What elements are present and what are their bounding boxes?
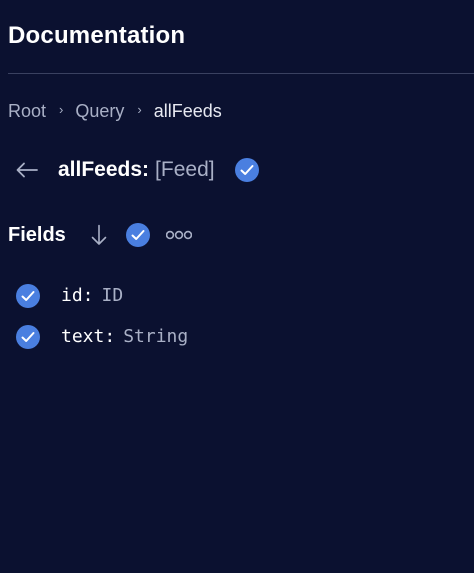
check-circle-icon[interactable]: [125, 223, 150, 247]
chevron-right-icon: ›: [137, 102, 142, 117]
breadcrumb: Root › Query › allFeeds: [8, 101, 222, 122]
check-circle-icon[interactable]: [16, 324, 40, 349]
type-name: allFeeds:: [58, 158, 150, 181]
check-circle-icon: [234, 158, 259, 182]
field-name[interactable]: id:: [61, 285, 94, 306]
breadcrumb-root[interactable]: Root: [8, 101, 46, 122]
breadcrumb-current: allFeeds: [153, 101, 222, 121]
arrow-left-icon[interactable]: [14, 155, 40, 185]
field-type[interactable]: String: [123, 326, 188, 347]
type-title-row: allFeeds: [Feed]: [14, 155, 259, 185]
list-item: text: String: [16, 316, 188, 357]
chevron-right-icon: ›: [59, 102, 64, 117]
check-circle-icon[interactable]: [16, 283, 40, 308]
documentation-panel: Documentation Root › Query › allFeeds al…: [0, 0, 474, 573]
arrow-down-icon[interactable]: [88, 221, 110, 249]
field-name[interactable]: text:: [61, 326, 115, 347]
fields-section-header: Fields: [8, 221, 192, 249]
fields-label: Fields: [8, 223, 66, 246]
more-dots-icon[interactable]: [165, 223, 192, 247]
breadcrumb-query[interactable]: Query: [75, 101, 124, 122]
type-signature[interactable]: [Feed]: [155, 158, 215, 182]
field-list: id: ID text: String: [16, 275, 188, 357]
page-title: Documentation: [8, 22, 186, 49]
list-item: id: ID: [16, 275, 188, 316]
header-divider: [8, 73, 474, 74]
field-type[interactable]: ID: [102, 285, 124, 306]
